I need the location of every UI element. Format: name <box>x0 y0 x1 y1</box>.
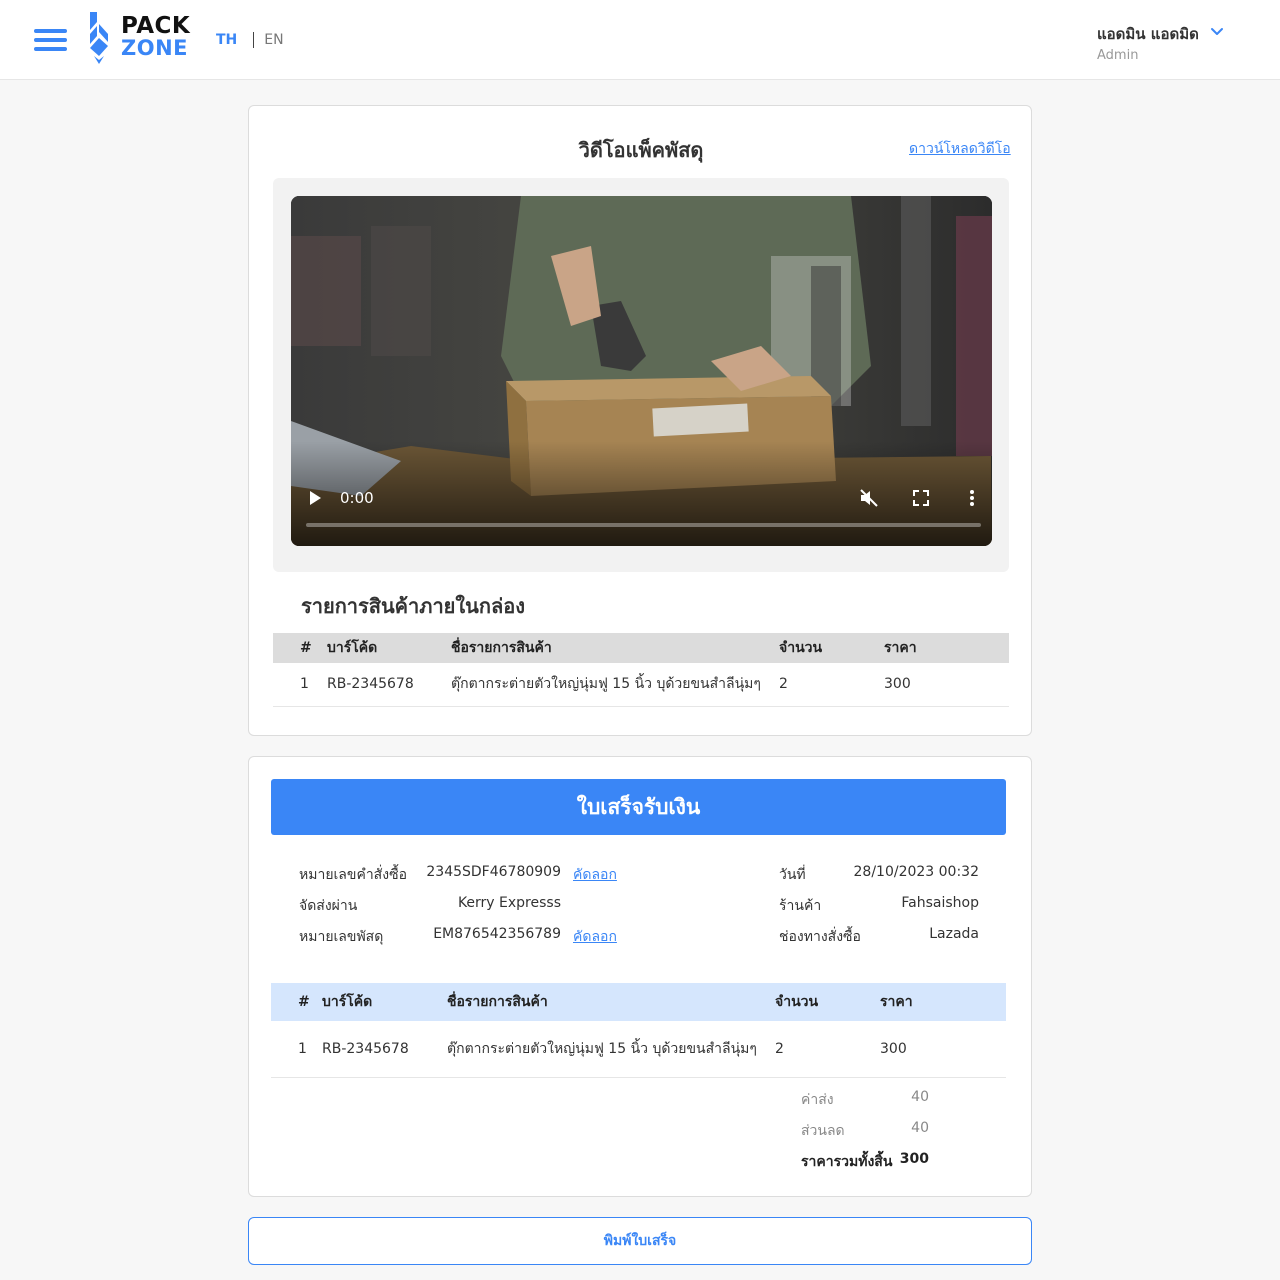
channel-value: Lazada <box>929 926 979 942</box>
play-icon[interactable] <box>307 489 323 507</box>
download-video-link[interactable]: ดาวน์โหลดวิดีโอ <box>909 138 1011 160</box>
video-time: 0:00 <box>340 489 374 507</box>
cell-barcode: RB-2345678 <box>322 1040 409 1057</box>
lang-en-button[interactable]: EN <box>264 32 283 48</box>
shipped-via-label: จัดส่งผ่าน <box>299 898 358 914</box>
video-progress-bar[interactable] <box>306 523 981 527</box>
lang-divider <box>253 32 255 48</box>
cell-barcode: RB-2345678 <box>327 676 414 693</box>
video-frame <box>291 196 992 546</box>
col-barcode: บาร์โค้ด <box>327 640 378 656</box>
cell-price: 300 <box>884 676 911 693</box>
cell-product-name: ตุ๊กตากระต่ายตัวใหญ่นุ่มฟู 15 นิ้ว บุด้ว… <box>447 1040 757 1057</box>
user-menu[interactable]: แอดมิน แอดมิด Admin <box>1097 22 1237 63</box>
tracking-no-value: EM876542356789 <box>433 926 561 942</box>
col-number: # <box>298 994 310 1010</box>
pack-zone-logo[interactable]: PACK ZONE <box>88 12 191 64</box>
box-items-table: # บาร์โค้ด ชื่อรายการสินค้า จำนวน ราคา 1… <box>273 633 1009 707</box>
cell-price: 300 <box>880 1040 907 1057</box>
copy-tracking-no-link[interactable]: คัดลอก <box>573 926 617 948</box>
shop-value: Fahsaishop <box>901 895 979 911</box>
col-quantity: จำนวน <box>779 640 823 656</box>
mute-icon[interactable] <box>859 488 879 508</box>
logo-text-pack: PACK <box>121 13 191 39</box>
video-container: 0:00 <box>273 178 1009 572</box>
cell-product-name: ตุ๊กตากระต่ายตัวใหญ่นุ่มฟู 15 นิ้ว บุด้ว… <box>451 676 761 693</box>
box-items-title: รายการสินค้าภายในกล่อง <box>301 594 525 618</box>
print-receipt-button[interactable]: พิมพ์ใบเสร็จ <box>248 1217 1032 1265</box>
video-card: วิดีโอแพ็คพัสดุ ดาวน์โหลดวิดีโอ 0:00 ราย… <box>248 105 1032 736</box>
cell-quantity: 2 <box>775 1040 784 1057</box>
col-product-name: ชื่อรายการสินค้า <box>451 640 552 656</box>
copy-order-no-link[interactable]: คัดลอก <box>573 864 617 886</box>
tracking-no-label: หมายเลขพัสดุ <box>299 929 384 945</box>
cell-number: 1 <box>300 676 309 693</box>
order-no-value: 2345SDF46780909 <box>426 864 561 880</box>
date-label: วันที่ <box>779 867 806 883</box>
shop-label: ร้านค้า <box>779 898 822 914</box>
table-row: 1 RB-2345678 ตุ๊กตากระต่ายตัวใหญ่นุ่มฟู … <box>273 663 1009 706</box>
receipt-card: ใบเสร็จรับเงิน หมายเลขคำสั่งซื้อ 2345SDF… <box>248 756 1032 1197</box>
receipt-title: ใบเสร็จรับเงิน <box>271 779 1006 835</box>
video-player[interactable]: 0:00 <box>291 196 992 546</box>
date-value: 28/10/2023 00:32 <box>853 864 980 880</box>
receipt-items-table: # บาร์โค้ด ชื่อรายการสินค้า จำนวน ราคา 1… <box>271 983 1006 1078</box>
col-barcode: บาร์โค้ด <box>322 994 373 1010</box>
top-header: PACK ZONE TH EN แอดมิน แอดมิด Admin <box>0 0 1280 80</box>
shipping-fee-value: 40 <box>911 1089 929 1105</box>
cell-quantity: 2 <box>779 676 788 693</box>
col-product-name: ชื่อรายการสินค้า <box>447 994 548 1010</box>
chevron-down-icon <box>1211 28 1223 35</box>
language-switcher: TH EN <box>216 32 284 48</box>
table-header-row: # บาร์โค้ด ชื่อรายการสินค้า จำนวน ราคา <box>271 983 1006 1021</box>
cell-number: 1 <box>298 1040 307 1057</box>
more-options-icon[interactable] <box>968 488 976 508</box>
order-no-label: หมายเลขคำสั่งซื้อ <box>299 867 407 883</box>
col-price: ราคา <box>884 640 917 656</box>
discount-value: 40 <box>911 1120 929 1136</box>
shipped-via-value: Kerry Expresss <box>457 895 561 911</box>
user-role: Admin <box>1097 48 1139 63</box>
shipping-fee-label: ค่าส่ง <box>801 1092 834 1108</box>
discount-label: ส่วนลด <box>801 1123 845 1139</box>
col-quantity: จำนวน <box>775 994 819 1010</box>
col-number: # <box>300 640 312 656</box>
table-row: 1 RB-2345678 ตุ๊กตากระต่ายตัวใหญ่นุ่มฟู … <box>271 1021 1006 1077</box>
logo-text-zone: ZONE <box>121 36 188 60</box>
logo-mark-icon <box>90 12 108 64</box>
lang-th-button[interactable]: TH <box>216 32 237 48</box>
menu-icon[interactable] <box>34 28 68 52</box>
total-value: 300 <box>899 1151 929 1167</box>
fullscreen-icon[interactable] <box>912 489 930 507</box>
table-header-row: # บาร์โค้ด ชื่อรายการสินค้า จำนวน ราคา <box>273 633 1009 663</box>
col-price: ราคา <box>880 994 913 1010</box>
